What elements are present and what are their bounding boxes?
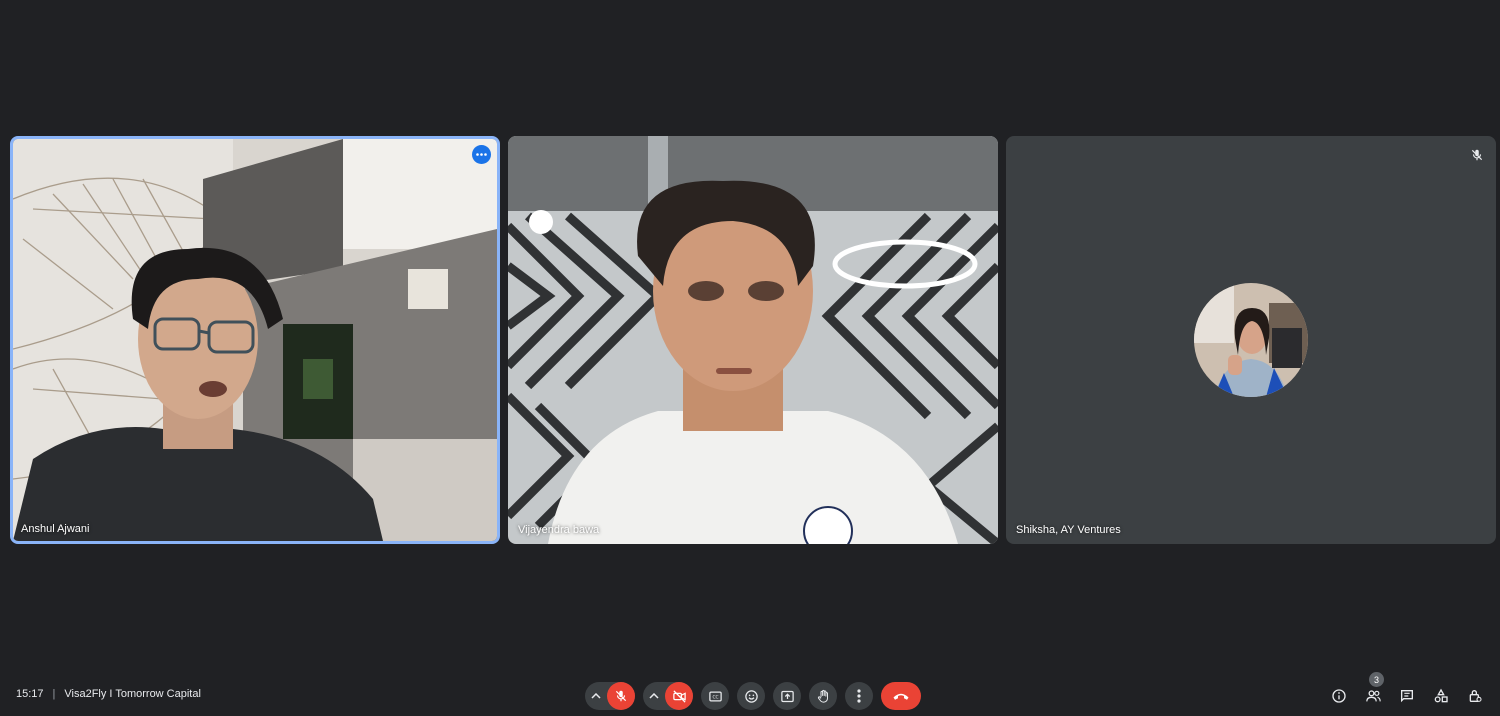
- raise-hand-icon: [817, 689, 828, 703]
- participant-tile-anshul[interactable]: Anshul Ajwani: [10, 136, 500, 544]
- meeting-info: 15:17 | Visa2Fly I Tomorrow Capital: [16, 688, 201, 700]
- avatar-photo: [1194, 283, 1308, 397]
- camera-toggle-button[interactable]: [665, 682, 693, 710]
- meeting-title: Visa2Fly I Tomorrow Capital: [64, 688, 201, 700]
- participant-tile-vijayendra[interactable]: Vijayendra bawa: [508, 136, 998, 544]
- participant-video-vijayendra: [508, 136, 998, 544]
- host-controls-icon: [1469, 690, 1482, 702]
- call-controls: CC: [585, 682, 921, 710]
- video-settings-arrow[interactable]: [643, 682, 665, 710]
- captions-button[interactable]: CC: [701, 682, 729, 710]
- participant-video-anshul: [13, 139, 497, 541]
- camera-control-group: [643, 682, 693, 710]
- people-icon: [1365, 690, 1381, 702]
- chat-icon: [1401, 690, 1413, 703]
- participant-tile-shiksha[interactable]: Shiksha, AY Ventures: [1006, 136, 1496, 544]
- mic-off-icon: [615, 690, 627, 702]
- mic-control-group: [585, 682, 635, 710]
- camera-off-icon: [672, 689, 686, 703]
- microphone-toggle-button[interactable]: [607, 682, 635, 710]
- more-options-icon: [476, 153, 487, 156]
- chevron-up-icon: [649, 693, 659, 699]
- activities-button[interactable]: [1424, 682, 1458, 710]
- side-panel-controls: 3: [1322, 672, 1492, 710]
- participant-name: Vijayendra bawa: [518, 524, 600, 536]
- captions-icon: CC: [708, 691, 722, 701]
- emoji-icon: [744, 689, 758, 703]
- tile-muted-indicator: [1468, 146, 1486, 164]
- end-call-icon: [893, 693, 909, 700]
- chevron-up-icon: [591, 693, 601, 699]
- participants-grid: Anshul Ajwani Vijayendra bawa Shiksha, A…: [0, 0, 1500, 670]
- bottom-control-bar: 15:17 | Visa2Fly I Tomorrow Capital CC 3: [0, 672, 1500, 716]
- participant-name: Shiksha, AY Ventures: [1016, 524, 1121, 536]
- more-vert-icon: [857, 689, 861, 703]
- info-icon: [1332, 689, 1346, 703]
- host-controls-button[interactable]: [1458, 682, 1492, 710]
- present-screen-icon: [780, 690, 794, 702]
- chat-button[interactable]: [1390, 682, 1424, 710]
- send-reaction-button[interactable]: [737, 682, 765, 710]
- participant-name: Anshul Ajwani: [21, 523, 90, 535]
- activities-icon: [1434, 688, 1448, 703]
- people-count-badge: 3: [1369, 672, 1384, 687]
- mic-off-icon: [1471, 149, 1483, 161]
- participant-avatar: [1194, 283, 1308, 397]
- meeting-details-button[interactable]: [1322, 682, 1356, 710]
- audio-settings-arrow[interactable]: [585, 682, 607, 710]
- present-now-button[interactable]: [773, 682, 801, 710]
- raise-hand-button[interactable]: [809, 682, 837, 710]
- svg-text:CC: CC: [712, 694, 718, 700]
- meeting-separator: |: [52, 688, 56, 700]
- show-everyone-button[interactable]: 3: [1356, 672, 1390, 710]
- leave-call-button[interactable]: [881, 682, 921, 710]
- meeting-time: 15:17: [16, 688, 44, 700]
- more-options-button[interactable]: [845, 682, 873, 710]
- tile-more-options-button[interactable]: [472, 145, 491, 164]
